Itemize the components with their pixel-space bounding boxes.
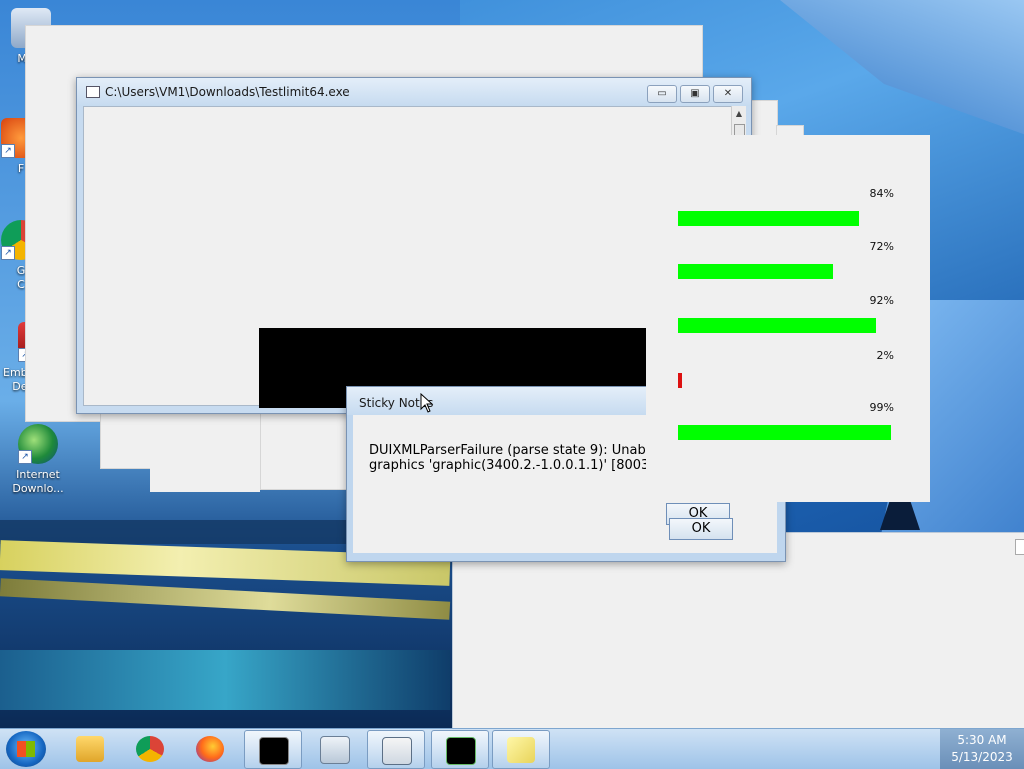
ghost-window: [260, 412, 352, 490]
usage-percent-label: 2%: [876, 349, 894, 362]
minimize-button[interactable]: ▭: [647, 85, 677, 103]
file-explorer-icon: [76, 736, 104, 762]
sticky-notes-icon: [507, 737, 535, 763]
taskbar-button-file-explorer[interactable]: [62, 730, 118, 767]
internet-download-manager-icon: ↗: [18, 424, 58, 464]
blank-window: [452, 532, 1024, 734]
clock-time: 5:30 AM: [957, 733, 1007, 747]
shortcut-arrow-icon: ↗: [1, 144, 15, 158]
taskbar: 5:30 AM 5/13/2023: [0, 728, 1024, 769]
task-manager-icon: [446, 737, 476, 765]
shortcut-arrow-icon: ↗: [1, 246, 15, 260]
usage-percent-label: 92%: [869, 294, 894, 307]
ok-button[interactable]: OK: [669, 518, 733, 540]
start-button[interactable]: [6, 731, 46, 767]
maximize-icon: ▣: [690, 88, 700, 99]
command-prompt-icon: [259, 737, 289, 765]
usage-progress-bar: [678, 264, 833, 279]
desktop-icon-internet-download-manager[interactable]: ↗ Internet Downlo...: [3, 424, 73, 496]
usage-progress-bar: [678, 425, 891, 440]
window-edge-control: [1015, 539, 1024, 555]
taskbar-button-calculator[interactable]: [306, 730, 362, 767]
window-title: C:\Users\VM1\Downloads\Testlimit64.exe: [105, 85, 350, 99]
maximize-button[interactable]: ▣: [680, 85, 710, 103]
usage-progress-bar: [678, 373, 682, 388]
scroll-up-icon[interactable]: ▲: [733, 108, 745, 120]
shortcut-arrow-icon: ↗: [18, 450, 32, 464]
close-button[interactable]: ✕: [713, 85, 743, 103]
ghost-window: [150, 460, 260, 492]
taskbar-button-task-manager[interactable]: [431, 730, 489, 769]
wallpaper-teal-band: [0, 650, 450, 710]
close-icon: ✕: [723, 88, 733, 99]
taskbar-button-application-window[interactable]: [367, 730, 425, 769]
mouse-pointer-icon: [420, 393, 434, 413]
taskbar-button-chrome[interactable]: [122, 730, 178, 767]
memory-usage-panel: 84% 72% 92% 2% 99%: [646, 135, 930, 502]
firefox-icon: [196, 736, 224, 762]
window-titlebar[interactable]: C:\Users\VM1\Downloads\Testlimit64.exe ▭…: [77, 78, 751, 106]
desktop-icon-label: Internet Downlo...: [12, 468, 64, 495]
console-app-icon: [86, 86, 100, 98]
usage-progress-bar: [678, 318, 876, 333]
taskbar-button-firefox[interactable]: [182, 730, 238, 767]
usage-percent-label: 99%: [869, 401, 894, 414]
usage-progress-bar: [678, 211, 859, 226]
application-window-icon: [382, 737, 412, 765]
taskbar-button-command-prompt[interactable]: [244, 730, 302, 769]
desktop-icon-label: F: [17, 162, 25, 175]
windows-logo-icon: [17, 741, 35, 757]
taskbar-button-sticky-notes[interactable]: [492, 730, 550, 769]
clock-date: 5/13/2023: [951, 750, 1013, 764]
usage-percent-label: 84%: [869, 187, 894, 200]
system-clock[interactable]: 5:30 AM 5/13/2023: [940, 729, 1024, 769]
usage-percent-label: 72%: [869, 240, 894, 253]
error-message-line: graphics 'graphic(3400.2.-1.0.0.1.1)' [8…: [369, 458, 658, 473]
error-message-line: DUIXMLParserFailure (parse state 9): Una…: [369, 443, 646, 458]
minimize-icon: ▭: [657, 88, 667, 99]
ok-button-label: OK: [691, 521, 711, 536]
calculator-icon: [320, 736, 350, 764]
chrome-icon: [136, 736, 164, 762]
desktop-icon-label: G C: [16, 264, 26, 291]
